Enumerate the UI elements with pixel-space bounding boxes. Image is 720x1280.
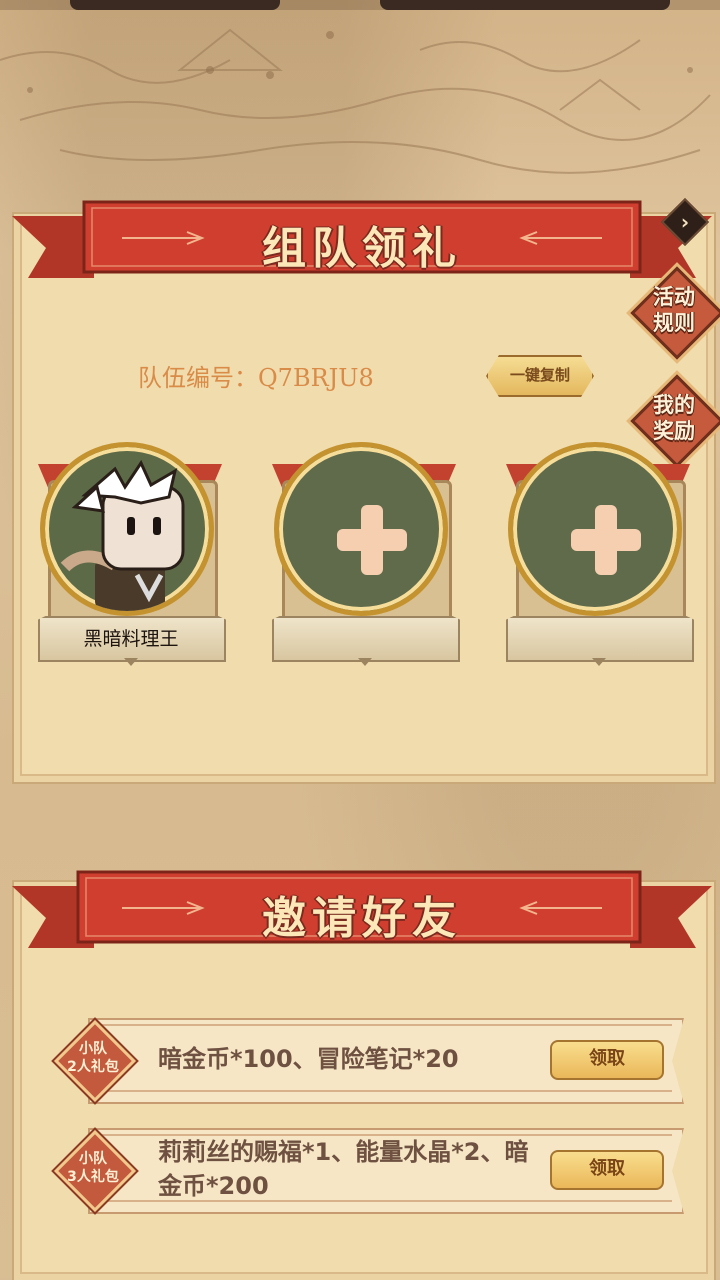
- my-rewards-label: 我的 奖励: [653, 393, 695, 443]
- rules-button[interactable]: 活动 规则: [630, 266, 720, 360]
- tier-label: 小队 2人礼包: [67, 1041, 119, 1075]
- avatar: [40, 442, 214, 616]
- claim-button[interactable]: 领取: [550, 1150, 664, 1190]
- reward-row: 小队 2人礼包 暗金币*100、冒险笔记*20 领取: [48, 1016, 684, 1104]
- tier-badge: 小队 3人礼包: [53, 1129, 137, 1213]
- map-illustration: [0, 28, 711, 174]
- tier-label: 小队 3人礼包: [67, 1151, 119, 1185]
- tier-badge: 小队 2人礼包: [53, 1019, 137, 1103]
- plus-icon-vertical: [361, 505, 383, 575]
- plus-icon-vertical: [595, 505, 617, 575]
- chevron-right-icon: ›: [680, 210, 690, 234]
- team-id-label: 队伍编号：Q7BRJU8: [138, 364, 374, 392]
- member-name: 黑暗料理王: [83, 628, 179, 650]
- copy-button[interactable]: 一键复制: [486, 355, 594, 397]
- invite-member-button[interactable]: [274, 442, 448, 616]
- nameplate-tip: [124, 658, 138, 666]
- member-nameplate: [272, 616, 460, 662]
- member-slot-3[interactable]: [502, 440, 696, 668]
- invite-member-button[interactable]: [508, 442, 682, 616]
- rules-label: 活动 规则: [653, 285, 695, 335]
- reward-row: 小队 3人礼包 莉莉丝的赐福*1、能量水晶*2、暗金币*200 领取: [48, 1126, 684, 1214]
- reward-description: 莉莉丝的赐福*1、能量水晶*2、暗金币*200: [158, 1138, 529, 1200]
- member-slot-1[interactable]: 黑暗料理王: [34, 440, 228, 668]
- invite-title-ribbon: [12, 870, 712, 948]
- claim-button[interactable]: 领取: [550, 1040, 664, 1080]
- member-nameplate: [506, 616, 694, 662]
- nameplate-tip: [592, 658, 606, 666]
- member-slot-2[interactable]: [268, 440, 462, 668]
- avatar-icon: [60, 459, 185, 611]
- team-title-ribbon: [12, 200, 712, 278]
- nameplate-tip: [358, 658, 372, 666]
- reward-description: 暗金币*100、冒险笔记*20: [158, 1045, 459, 1073]
